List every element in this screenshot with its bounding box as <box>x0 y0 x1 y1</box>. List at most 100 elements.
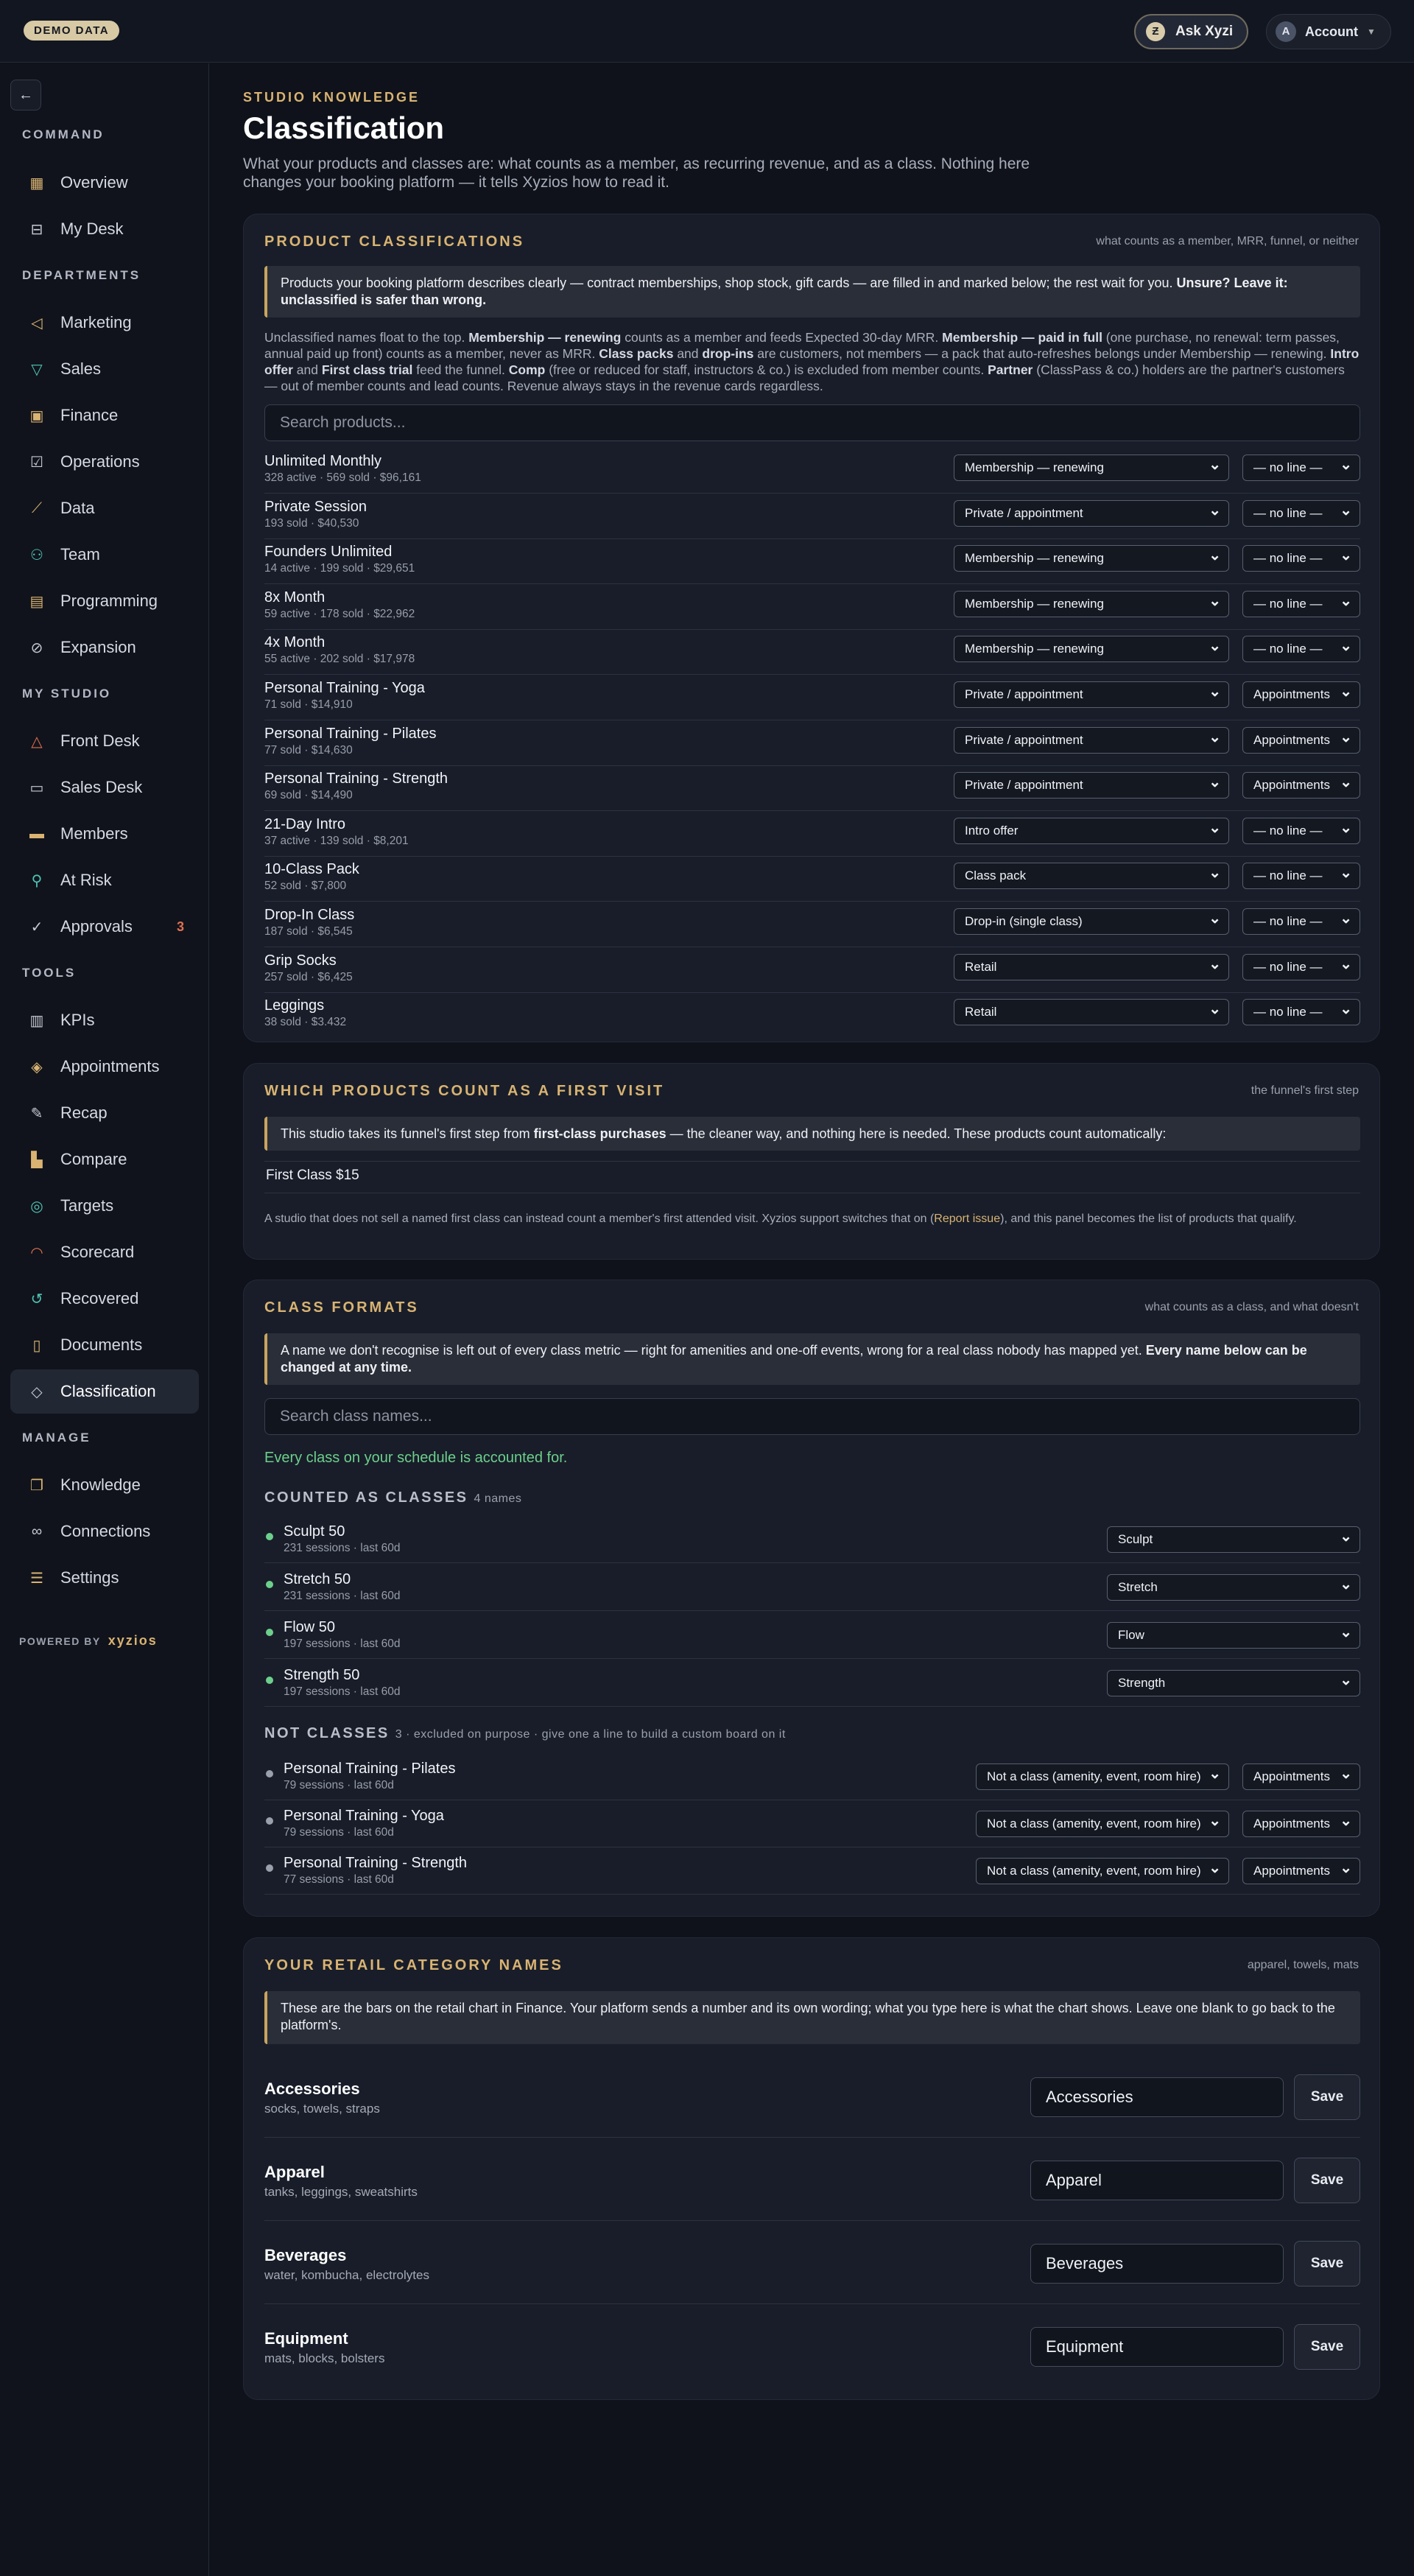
product-line-select[interactable]: — no line — ⌄ <box>1242 499 1360 527</box>
report-issue-link[interactable]: Report issue <box>934 1212 1000 1225</box>
chat-icon: ▭ <box>29 779 44 796</box>
select-value: Private / appointment <box>965 505 1083 520</box>
sidebar-item-programming[interactable]: ▤ Programming <box>10 579 199 623</box>
sidebar-item-operations[interactable]: ☑ Operations <box>10 440 199 484</box>
product-line-select[interactable]: — no line — ⌄ <box>1242 817 1360 844</box>
sidebar-item-at-risk[interactable]: ⚲ At Risk <box>10 858 199 902</box>
save-button[interactable]: Save <box>1294 2158 1360 2203</box>
ask-xyzi-button[interactable]: Ƶ Ask Xyzi <box>1134 14 1248 49</box>
sidebar-item-scorecard[interactable]: ◠ Scorecard <box>10 1230 199 1274</box>
product-line-select[interactable]: — no line — ⌄ <box>1242 953 1360 980</box>
sidebar-item-approvals[interactable]: ✓ Approvals 3 <box>10 905 199 949</box>
product-classifications-card: PRODUCT CLASSIFICATIONS what counts as a… <box>243 214 1380 1042</box>
class-line-select[interactable]: Appointments ⌄ <box>1242 1858 1360 1884</box>
sidebar-item-finance[interactable]: ▣ Finance <box>10 393 199 438</box>
class-format-select[interactable]: Sculpt ⌄ <box>1107 1526 1360 1553</box>
product-line-select[interactable]: Appointments ⌄ <box>1242 772 1360 799</box>
retail-category-row: Apparel tanks, leggings, sweatshirts Appar… <box>264 2138 1360 2221</box>
product-type-select[interactable]: Private / appointment ⌄ <box>954 499 1229 527</box>
product-line-select[interactable]: — no line — ⌄ <box>1242 455 1360 481</box>
info-callout: These are the bars on the retail chart i… <box>264 1991 1360 2044</box>
product-type-select[interactable]: Class pack ⌄ <box>954 863 1229 890</box>
sidebar-item-compare[interactable]: ▙ Compare <box>10 1137 199 1182</box>
product-type-select[interactable]: Membership — renewing ⌄ <box>954 455 1229 481</box>
product-line-select[interactable]: — no line — ⌄ <box>1242 590 1360 617</box>
chevron-down-icon: ⌄ <box>1340 910 1352 927</box>
category-name-input[interactable]: Beverages <box>1030 2244 1284 2284</box>
class-format-select[interactable]: Flow ⌄ <box>1107 1622 1360 1649</box>
select-value: — no line — <box>1253 460 1323 474</box>
product-type-select[interactable]: Membership — renewing ⌄ <box>954 636 1229 663</box>
help-text: Unclassified names float to the top. <box>264 330 469 345</box>
account-menu-button[interactable]: A Account ▼ <box>1266 14 1391 49</box>
product-line-select[interactable]: — no line — ⌄ <box>1242 863 1360 890</box>
product-type-select[interactable]: Membership — renewing ⌄ <box>954 545 1229 572</box>
class-search-input[interactable]: Search class names... <box>264 1398 1360 1435</box>
product-line-select[interactable]: — no line — ⌄ <box>1242 908 1360 935</box>
save-button[interactable]: Save <box>1294 2241 1360 2287</box>
sidebar-item-appointments[interactable]: ◈ Appointments <box>10 1045 199 1089</box>
product-line-select[interactable]: — no line — ⌄ <box>1242 636 1360 663</box>
product-type-select[interactable]: Retail ⌄ <box>954 953 1229 980</box>
sidebar-item-targets[interactable]: ◎ Targets <box>10 1184 199 1228</box>
collapse-sidebar-button[interactable]: ← <box>10 80 41 110</box>
sidebar-item-documents[interactable]: ▯ Documents <box>10 1323 199 1367</box>
sidebar-item-settings[interactable]: ☰ Settings <box>10 1556 199 1600</box>
sidebar-item-members[interactable]: ▬ Members <box>10 812 199 856</box>
card-note: apparel, towels, mats <box>1247 1959 1359 1971</box>
class-format-select[interactable]: Not a class (amenity, event, room hire) ⌄ <box>976 1763 1229 1790</box>
sidebar-item-expansion[interactable]: ⊘ Expansion <box>10 625 199 670</box>
product-name: 8x Month <box>264 589 326 606</box>
save-button[interactable]: Save <box>1294 2324 1360 2370</box>
save-button[interactable]: Save <box>1294 2074 1360 2120</box>
chevron-down-icon: ⌄ <box>1209 1813 1221 1829</box>
sidebar-item-overview[interactable]: ▦ Overview <box>10 161 199 205</box>
class-format-select[interactable]: Not a class (amenity, event, room hire) ⌄ <box>976 1858 1229 1884</box>
sidebar-item-team[interactable]: ⚇ Team <box>10 533 199 577</box>
sidebar-item-knowledge[interactable]: ❐ Knowledge <box>10 1463 199 1507</box>
select-value: Appointments <box>1253 1769 1330 1783</box>
sidebar-item-sales-desk[interactable]: ▭ Sales Desk <box>10 765 199 810</box>
product-type-select[interactable]: Retail ⌄ <box>954 999 1229 1026</box>
select-value: Appointments <box>1253 732 1330 747</box>
product-line-select[interactable]: Appointments ⌄ <box>1242 726 1360 754</box>
class-format-select[interactable]: Strength ⌄ <box>1107 1670 1360 1696</box>
class-line-select[interactable]: Appointments ⌄ <box>1242 1763 1360 1790</box>
sidebar-item-kpis[interactable]: ▥ KPIs <box>10 998 199 1042</box>
product-type-select[interactable]: Private / appointment ⌄ <box>954 726 1229 754</box>
product-line-select[interactable]: — no line — ⌄ <box>1242 999 1360 1026</box>
sidebar-item-recovered[interactable]: ↺ Recovered <box>10 1277 199 1321</box>
product-type-select[interactable]: Drop-in (single class) ⌄ <box>954 908 1229 935</box>
sidebar-item-classification[interactable]: ◇ Classification <box>10 1369 199 1414</box>
product-meta: 52 sold · $7,800 <box>264 880 347 893</box>
class-format-select[interactable]: Not a class (amenity, event, room hire) ⌄ <box>976 1811 1229 1837</box>
chevron-down-icon: ⌄ <box>1340 774 1352 791</box>
product-type-select[interactable]: Membership — renewing ⌄ <box>954 590 1229 617</box>
product-search-input[interactable]: Search products... <box>264 404 1360 441</box>
category-name-input[interactable]: Equipment <box>1030 2327 1284 2367</box>
class-line-select[interactable]: Appointments ⌄ <box>1242 1811 1360 1837</box>
product-row: Drop-In Class 187 sold · $6,545 Drop-in (s… <box>264 902 1360 947</box>
sidebar-item-data[interactable]: ⟋ Data <box>10 486 199 530</box>
product-row: Personal Training - Strength 69 sold · $1… <box>264 766 1360 812</box>
category-name-input[interactable]: Accessories <box>1030 2077 1284 2117</box>
product-line-select[interactable]: Appointments ⌄ <box>1242 681 1360 708</box>
sidebar-item-front-desk[interactable]: △ Front Desk <box>10 719 199 763</box>
sidebar-item-my-desk[interactable]: ⊟ My Desk <box>10 207 199 251</box>
product-type-select[interactable]: Private / appointment ⌄ <box>954 681 1229 708</box>
sidebar-item-label: Settings <box>60 1568 119 1587</box>
help-text: counts as a member and feeds Expected 30… <box>621 330 943 345</box>
sidebar-item-connections[interactable]: ∞ Connections <box>10 1509 199 1554</box>
product-type-select[interactable]: Intro offer ⌄ <box>954 817 1229 844</box>
class-format-select[interactable]: Stretch ⌄ <box>1107 1574 1360 1601</box>
help-term: Membership — paid in full <box>942 330 1102 345</box>
product-line-select[interactable]: — no line — ⌄ <box>1242 545 1360 572</box>
sidebar-item-sales[interactable]: ▽ Sales <box>10 347 199 391</box>
approvals-count-badge: 3 <box>176 919 184 934</box>
sidebar-item-marketing[interactable]: ◁ Marketing <box>10 301 199 345</box>
sidebar-item-recap[interactable]: ✎ Recap <box>10 1091 199 1135</box>
chevron-down-icon: ⌄ <box>1340 457 1352 473</box>
link-icon: ∞ <box>31 1523 43 1540</box>
product-type-select[interactable]: Private / appointment ⌄ <box>954 772 1229 799</box>
category-name-input[interactable]: Apparel <box>1030 2161 1284 2200</box>
